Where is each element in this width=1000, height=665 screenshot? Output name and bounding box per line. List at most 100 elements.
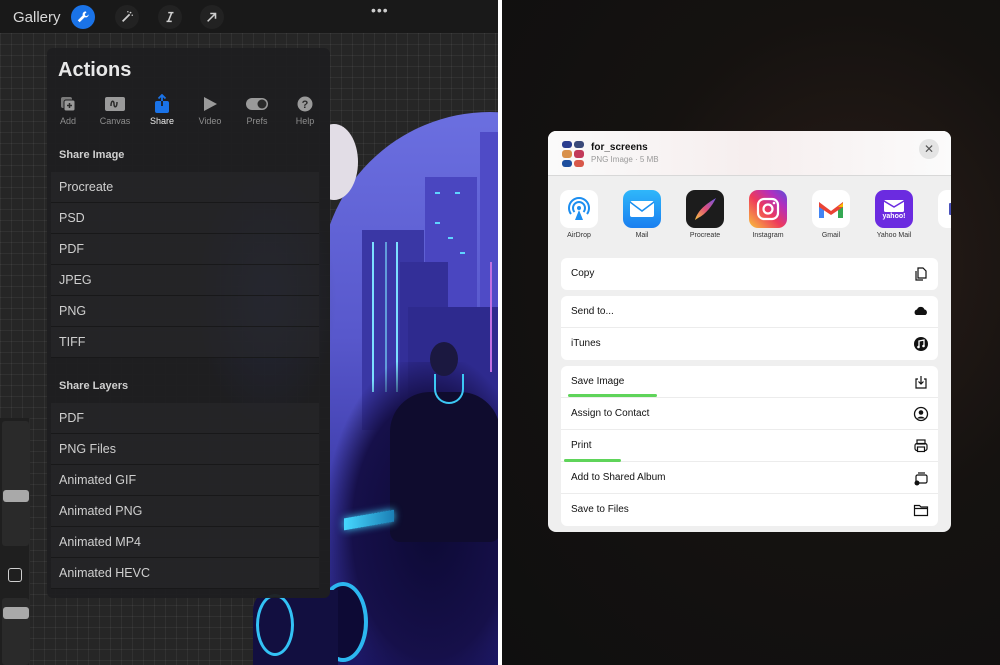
action-group-copy: Copy <box>561 258 938 290</box>
app-procreate[interactable]: Procreate <box>675 190 735 239</box>
share-layers-animated-gif[interactable]: Animated GIF <box>51 465 319 496</box>
app-instagram[interactable]: Instagram <box>738 190 798 239</box>
selection-button[interactable] <box>158 5 182 29</box>
action-label: Assign to Contact <box>571 408 650 419</box>
action-add-shared-album[interactable]: Add to Shared Album <box>561 462 938 494</box>
gallery-button[interactable]: Gallery <box>13 9 61 26</box>
share-image-png[interactable]: PNG <box>51 296 319 327</box>
artwork-wheel-ring <box>256 594 294 656</box>
tab-prefs[interactable]: Prefs <box>235 94 279 126</box>
app-label: T <box>927 232 951 239</box>
close-button[interactable]: ✕ <box>919 139 939 159</box>
file-thumbnail <box>562 141 584 167</box>
neon-window <box>448 237 453 239</box>
yahoo-mail-icon <box>883 199 905 212</box>
video-play-icon <box>204 97 217 111</box>
action-group-save: Save Image Assign to Contact Print Add t… <box>561 366 938 526</box>
toggle-icon <box>246 98 268 110</box>
file-name: for_screens <box>591 142 648 153</box>
action-itunes[interactable]: iTunes <box>561 328 938 360</box>
save-image-highlight <box>568 394 657 397</box>
artwork-rider-head <box>430 342 458 376</box>
artwork-rider-coat <box>390 392 498 542</box>
airdrop-icon <box>568 197 590 220</box>
procreate-pane: Gallery ••• Actions Add Canvas Share Vid… <box>0 0 498 665</box>
folder-icon <box>913 504 929 517</box>
tab-label: Add <box>59 116 76 126</box>
share-icon <box>155 94 169 113</box>
transform-button[interactable] <box>200 5 224 29</box>
share-layers-list: PDF PNG Files Animated GIF Animated PNG … <box>51 403 319 589</box>
gmail-icon <box>819 202 843 218</box>
app-label: Mail <box>635 232 649 239</box>
tab-share[interactable]: Share <box>140 94 184 126</box>
contact-icon <box>913 406 929 422</box>
opacity-thumb[interactable] <box>3 607 29 619</box>
action-label: Copy <box>571 268 595 279</box>
share-image-psd[interactable]: PSD <box>51 203 319 234</box>
shared-album-icon <box>914 472 928 486</box>
transform-arrow-icon <box>207 12 217 22</box>
action-save-to-files[interactable]: Save to Files <box>561 494 938 526</box>
neon-window <box>460 252 465 254</box>
actions-panel: Actions Add Canvas Share Video Prefs ? H… <box>46 48 337 598</box>
action-label: Save Image <box>571 376 625 387</box>
share-layers-animated-hevc[interactable]: Animated HEVC <box>51 558 319 589</box>
app-row: AirDrop Mail Procreate Instagram Gmail y… <box>548 177 951 249</box>
brush-size-slider[interactable] <box>2 421 29 546</box>
action-assign-contact[interactable]: Assign to Contact <box>561 398 938 430</box>
app-airdrop[interactable]: AirDrop <box>549 190 609 239</box>
modify-button[interactable] <box>8 568 22 582</box>
add-icon <box>61 97 76 112</box>
share-image-procreate[interactable]: Procreate <box>51 172 319 203</box>
brush-sliders <box>0 418 30 665</box>
action-label: Save to Files <box>571 504 629 515</box>
share-image-heading: Share Image <box>59 149 125 161</box>
tab-video[interactable]: Video <box>188 94 232 126</box>
tab-label: Help <box>295 116 315 126</box>
action-print[interactable]: Print <box>561 430 938 462</box>
top-toolbar: Gallery ••• <box>0 0 498 33</box>
tab-add[interactable]: Add <box>46 94 90 126</box>
yahoo-wordmark: yahoo! <box>882 212 906 220</box>
tab-help[interactable]: ? Help <box>283 94 327 126</box>
share-image-list: Procreate PSD PDF JPEG PNG TIFF <box>51 172 319 358</box>
share-image-jpeg[interactable]: JPEG <box>51 265 319 296</box>
actions-wrench-button[interactable] <box>71 5 95 29</box>
procreate-icon <box>695 198 716 220</box>
share-image-pdf[interactable]: PDF <box>51 234 319 265</box>
copy-icon <box>915 267 927 281</box>
tab-label: Share <box>149 116 175 126</box>
close-icon: ✕ <box>923 142 935 156</box>
action-copy[interactable]: Copy <box>561 258 938 290</box>
app-gmail[interactable]: Gmail <box>801 190 861 239</box>
share-sheet-header: for_screens PNG Image · 5 MB ✕ <box>548 131 951 176</box>
app-yahoo-mail[interactable]: yahoo! Yahoo Mail <box>864 190 924 239</box>
artwork-wheel-section <box>198 590 338 665</box>
share-layers-png-files[interactable]: PNG Files <box>51 434 319 465</box>
app-mail[interactable]: Mail <box>612 190 672 239</box>
tab-label: Video <box>198 116 222 126</box>
share-layers-pdf[interactable]: PDF <box>51 403 319 434</box>
tab-canvas[interactable]: Canvas <box>93 94 137 126</box>
printer-icon <box>914 439 928 453</box>
brush-size-thumb[interactable] <box>3 490 29 502</box>
share-image-tiff[interactable]: TIFF <box>51 327 319 358</box>
artwork-rider-scarf <box>434 374 464 404</box>
share-layers-animated-mp4[interactable]: Animated MP4 <box>51 527 319 558</box>
app-label: Gmail <box>821 232 841 239</box>
neon-window <box>435 192 440 194</box>
app-label: Yahoo Mail <box>876 232 912 239</box>
action-group-send: Send to... iTunes <box>561 296 938 360</box>
neon-window <box>435 222 440 224</box>
app-teams[interactable]: T <box>927 190 951 239</box>
share-sheet: for_screens PNG Image · 5 MB ✕ AirDrop M… <box>548 131 951 532</box>
more-options-button[interactable]: ••• <box>371 2 389 18</box>
share-layers-animated-png[interactable]: Animated PNG <box>51 496 319 527</box>
action-send-to[interactable]: Send to... <box>561 296 938 328</box>
neon-window <box>455 192 460 194</box>
adjustments-button[interactable] <box>115 5 139 29</box>
app-label: Instagram <box>752 232 784 239</box>
instagram-icon <box>756 197 780 221</box>
share-sheet-pane: for_screens PNG Image · 5 MB ✕ AirDrop M… <box>502 0 1000 665</box>
